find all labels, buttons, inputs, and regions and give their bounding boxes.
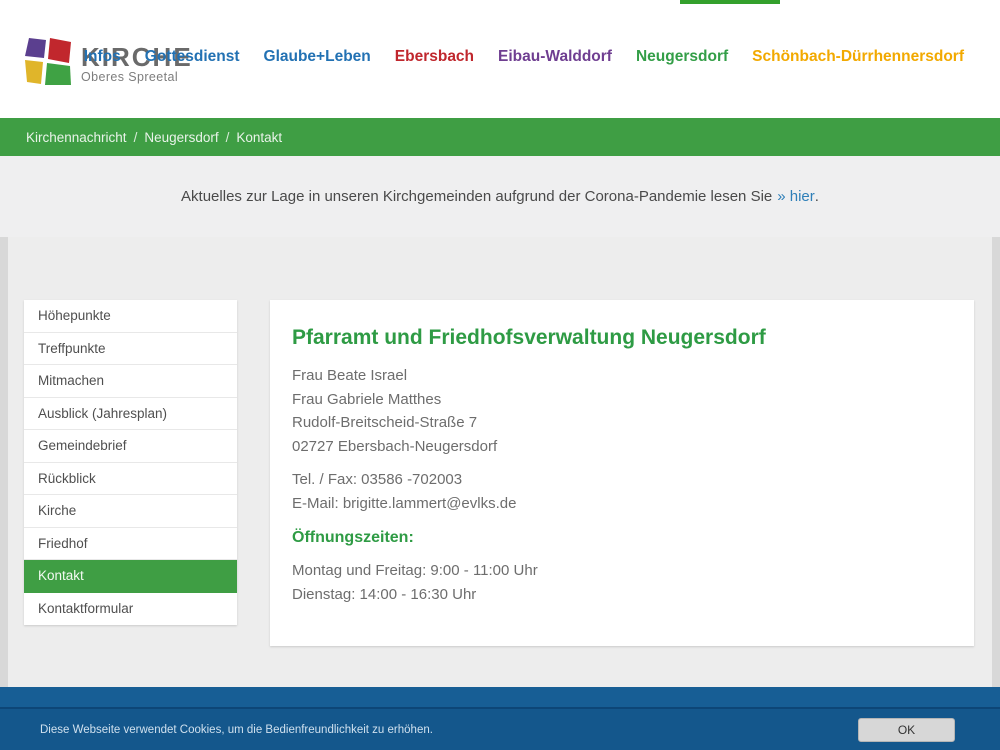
sidebar-item-mitmachen[interactable]: Mitmachen — [24, 365, 237, 398]
nav-item-neugersdorf[interactable]: Neugersdorf — [636, 48, 728, 66]
main-area: Höhepunkte Treffpunkte Mitmachen Ausblic… — [0, 237, 1000, 687]
contact-content-card: Pfarramt und Friedhofsverwaltung Neugers… — [270, 300, 974, 646]
nav-item-glaube-leben[interactable]: Glaube+Leben — [264, 48, 371, 66]
nav-item-infos[interactable]: Infos — [84, 48, 121, 66]
email-line: E-Mail: brigitte.lammert@evlks.de — [292, 495, 516, 512]
sidebar-item-kontaktformular[interactable]: Kontaktformular — [24, 593, 237, 626]
hours-line: Dienstag: 14:00 - 16:30 Uhr — [292, 586, 476, 603]
sidebar-item-treffpunkte[interactable]: Treffpunkte — [24, 333, 237, 366]
sidebar-menu: Höhepunkte Treffpunkte Mitmachen Ausblic… — [24, 300, 237, 625]
active-nav-indicator — [680, 0, 780, 4]
opening-hours-title: Öffnungszeiten: — [292, 529, 944, 547]
breadcrumb-item-kirchennachricht[interactable]: Kirchennachricht — [26, 130, 127, 145]
breadcrumb-separator: / — [134, 130, 138, 145]
notice-hier-link[interactable]: » hier — [777, 188, 815, 205]
corona-notice-banner: Aktuelles zur Lage in unseren Kirchgemei… — [0, 156, 1000, 237]
nav-item-schoenbach-duerrhennersdorf[interactable]: Schönbach-Dürrhennersdorf — [752, 48, 964, 66]
sidebar-item-gemeindebrief[interactable]: Gemeindebrief — [24, 430, 237, 463]
phone-line: Tel. / Fax: 03586 -702003 — [292, 471, 462, 488]
address-block: Frau Beate Israel Frau Gabriele Matthes … — [292, 364, 944, 458]
notice-text: Aktuelles zur Lage in unseren Kirchgemei… — [181, 188, 772, 205]
page-title: Pfarramt und Friedhofsverwaltung Neugers… — [292, 326, 944, 350]
address-line: Rudolf-Breitscheid-Straße 7 — [292, 414, 477, 431]
sidebar-item-kontakt[interactable]: Kontakt — [24, 560, 237, 593]
church-pinwheel-logo-icon — [24, 37, 72, 85]
sidebar-item-hoehepunkte[interactable]: Höhepunkte — [24, 300, 237, 333]
footer-band — [0, 687, 1000, 707]
breadcrumb: Kirchennachricht / Neugersdorf / Kontakt — [0, 118, 1000, 156]
nav-item-ebersbach[interactable]: Ebersbach — [395, 48, 474, 66]
cookie-message: Diese Webseite verwendet Cookies, um die… — [40, 724, 433, 736]
header: KIRCHE Oberes Spreetal Infos Gottesdiens… — [0, 0, 1000, 118]
nav-item-eibau-walddorf[interactable]: Eibau-Walddorf — [498, 48, 612, 66]
address-line: Frau Beate Israel — [292, 367, 407, 384]
sidebar-item-rueckblick[interactable]: Rückblick — [24, 463, 237, 496]
opening-hours-block: Montag und Freitag: 9:00 - 11:00 Uhr Die… — [292, 559, 944, 606]
breadcrumb-item-neugersdorf[interactable]: Neugersdorf — [144, 130, 218, 145]
address-line: 02727 Ebersbach-Neugersdorf — [292, 438, 497, 455]
logo-subtitle: Oberes Spreetal — [81, 70, 193, 84]
sidebar-item-kirche[interactable]: Kirche — [24, 495, 237, 528]
sidebar-item-ausblick-jahresplan[interactable]: Ausblick (Jahresplan) — [24, 398, 237, 431]
notice-suffix: . — [815, 188, 819, 205]
cookie-consent-bar: Diese Webseite verwendet Cookies, um die… — [0, 707, 1000, 750]
main-nav: Infos Gottesdienst Glaube+Leben Ebersbac… — [84, 48, 964, 66]
address-line: Frau Gabriele Matthes — [292, 391, 441, 408]
content-wrapper: Höhepunkte Treffpunkte Mitmachen Ausblic… — [8, 237, 992, 687]
hours-line: Montag und Freitag: 9:00 - 11:00 Uhr — [292, 562, 538, 579]
nav-item-gottesdienst[interactable]: Gottesdienst — [145, 48, 240, 66]
sidebar-item-friedhof[interactable]: Friedhof — [24, 528, 237, 561]
breadcrumb-separator: / — [226, 130, 230, 145]
breadcrumb-item-kontakt[interactable]: Kontakt — [236, 130, 282, 145]
cookie-ok-button[interactable]: OK — [858, 718, 955, 742]
contact-block: Tel. / Fax: 03586 -702003 E-Mail: brigit… — [292, 468, 944, 515]
